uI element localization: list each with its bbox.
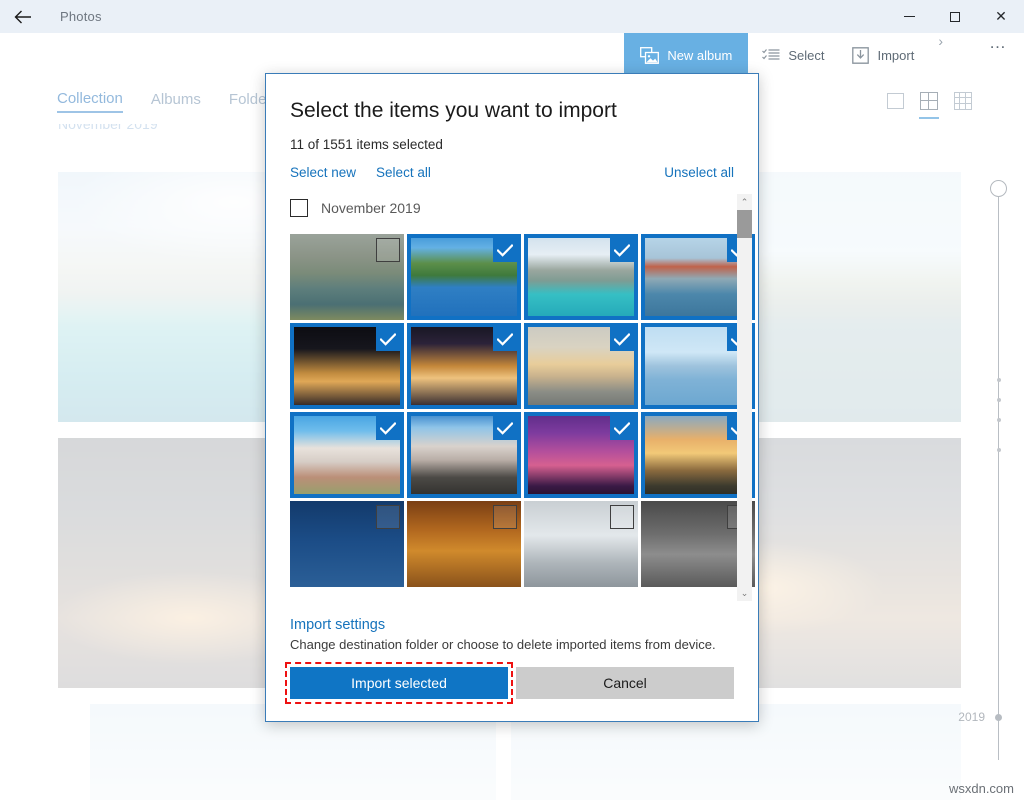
select-new-link[interactable]: Select new bbox=[290, 165, 356, 180]
active-indicator bbox=[919, 117, 939, 120]
select-label: Select bbox=[788, 48, 824, 63]
thumbnail-item[interactable] bbox=[407, 234, 521, 320]
checkmark-icon[interactable] bbox=[610, 327, 634, 351]
dialog-buttons: Import selected Cancel bbox=[290, 667, 734, 699]
grid-3x3-icon bbox=[954, 92, 972, 110]
group-header[interactable]: November 2019 bbox=[290, 194, 734, 222]
window-controls: ✕ bbox=[886, 0, 1024, 33]
scroll-up-arrow-icon[interactable]: ⌃ bbox=[741, 194, 749, 210]
checkmark-icon[interactable] bbox=[376, 327, 400, 351]
scrollbar-track[interactable] bbox=[737, 210, 752, 585]
thumbnail-item[interactable] bbox=[524, 412, 638, 498]
timeline-rail bbox=[998, 194, 999, 760]
app-title: Photos bbox=[60, 9, 102, 24]
thumbnail-item[interactable] bbox=[407, 501, 521, 587]
dialog-header: Select the items you want to import 11 o… bbox=[266, 74, 758, 180]
scrollbar-thumb[interactable] bbox=[737, 210, 752, 238]
select-button[interactable]: Select bbox=[748, 33, 838, 78]
view-grid-2x2-toggle[interactable] bbox=[918, 90, 940, 112]
new-album-button[interactable]: New album bbox=[624, 33, 748, 78]
timeline-dot bbox=[997, 418, 1001, 422]
checkmark-icon[interactable] bbox=[493, 416, 517, 440]
select-icon bbox=[762, 48, 780, 63]
dialog-title: Select the items you want to import bbox=[290, 99, 734, 123]
thumbnail-grid bbox=[290, 234, 734, 587]
timeline-scrollbar[interactable]: 2019 bbox=[987, 180, 1011, 760]
timeline-year-dot bbox=[995, 714, 1002, 721]
selection-count: 11 of 1551 items selected bbox=[290, 137, 734, 152]
cancel-button[interactable]: Cancel bbox=[516, 667, 734, 699]
chevron-right-icon[interactable]: › bbox=[928, 33, 953, 78]
unchecked-box-icon[interactable] bbox=[610, 505, 634, 529]
checkmark-icon[interactable] bbox=[376, 416, 400, 440]
group-checkbox[interactable] bbox=[290, 199, 308, 217]
select-all-link[interactable]: Select all bbox=[376, 165, 431, 180]
view-grid-3x3-toggle[interactable] bbox=[952, 90, 974, 112]
maximize-icon bbox=[950, 12, 960, 22]
import-items-dialog: Select the items you want to import 11 o… bbox=[265, 73, 759, 722]
watermark: wsxdn.com bbox=[949, 781, 1014, 796]
selection-links: Select new Select all Unselect all bbox=[290, 165, 734, 180]
square-icon bbox=[887, 93, 904, 109]
checkmark-icon[interactable] bbox=[610, 238, 634, 262]
timeline-dot bbox=[997, 448, 1001, 452]
command-bar: New album Select Import › bbox=[0, 33, 1024, 78]
dialog-scroll-area: November 2019 ⌃ ⌄ bbox=[266, 194, 758, 601]
dialog-footer: Import settings Change destination folde… bbox=[266, 601, 758, 721]
tab-collection[interactable]: Collection bbox=[57, 90, 123, 113]
group-label: November 2019 bbox=[321, 200, 421, 216]
minimize-button[interactable] bbox=[886, 0, 932, 33]
import-selected-button[interactable]: Import selected bbox=[290, 667, 508, 699]
checkmark-icon[interactable] bbox=[610, 416, 634, 440]
thumbnail-item[interactable] bbox=[524, 323, 638, 409]
thumbnail-item[interactable] bbox=[290, 501, 404, 587]
timeline-handle[interactable] bbox=[990, 180, 1007, 197]
new-album-icon bbox=[640, 47, 659, 64]
thumbnail-item[interactable] bbox=[407, 323, 521, 409]
import-label: Import bbox=[877, 48, 914, 63]
checkmark-icon[interactable] bbox=[493, 327, 517, 351]
scroll-down-arrow-icon[interactable]: ⌄ bbox=[741, 585, 749, 601]
thumbnail-item[interactable] bbox=[290, 323, 404, 409]
thumbnail-item[interactable] bbox=[407, 412, 521, 498]
back-arrow-icon[interactable] bbox=[0, 0, 46, 33]
checkmark-icon[interactable] bbox=[493, 238, 517, 262]
timeline-year-label: 2019 bbox=[958, 710, 985, 724]
minimize-icon bbox=[904, 16, 915, 17]
unselect-all-link[interactable]: Unselect all bbox=[664, 165, 734, 180]
more-options-button[interactable]: … bbox=[981, 33, 1024, 78]
thumbnail-item[interactable] bbox=[290, 412, 404, 498]
collection-month-label: November 2019 bbox=[58, 124, 158, 132]
thumbnail-item[interactable] bbox=[290, 234, 404, 320]
timeline-dot bbox=[997, 378, 1001, 382]
thumbnail-item[interactable] bbox=[524, 501, 638, 587]
import-button[interactable]: Import bbox=[838, 33, 928, 78]
title-bar: Photos ✕ bbox=[0, 0, 1024, 33]
photos-app-window: Photos ✕ New album bbox=[0, 0, 1024, 800]
unchecked-box-icon[interactable] bbox=[376, 238, 400, 262]
import-settings-link[interactable]: Import settings bbox=[290, 617, 734, 633]
import-settings-description: Change destination folder or choose to d… bbox=[290, 637, 734, 652]
unchecked-box-icon[interactable] bbox=[493, 505, 517, 529]
import-selected-highlight: Import selected bbox=[290, 667, 508, 699]
view-size-toggles bbox=[884, 90, 1024, 112]
grid-2x2-icon bbox=[920, 92, 938, 110]
view-single-toggle[interactable] bbox=[884, 90, 906, 112]
unchecked-box-icon[interactable] bbox=[376, 505, 400, 529]
maximize-button[interactable] bbox=[932, 0, 978, 33]
import-icon bbox=[852, 47, 869, 64]
tab-albums[interactable]: Albums bbox=[151, 91, 201, 112]
dialog-scrollbar[interactable]: ⌃ ⌄ bbox=[737, 194, 752, 601]
thumbnail-item[interactable] bbox=[524, 234, 638, 320]
timeline-dot bbox=[997, 398, 1001, 402]
new-album-label: New album bbox=[667, 48, 732, 63]
close-button[interactable]: ✕ bbox=[978, 0, 1024, 33]
loading-spinner-icon bbox=[953, 33, 981, 78]
